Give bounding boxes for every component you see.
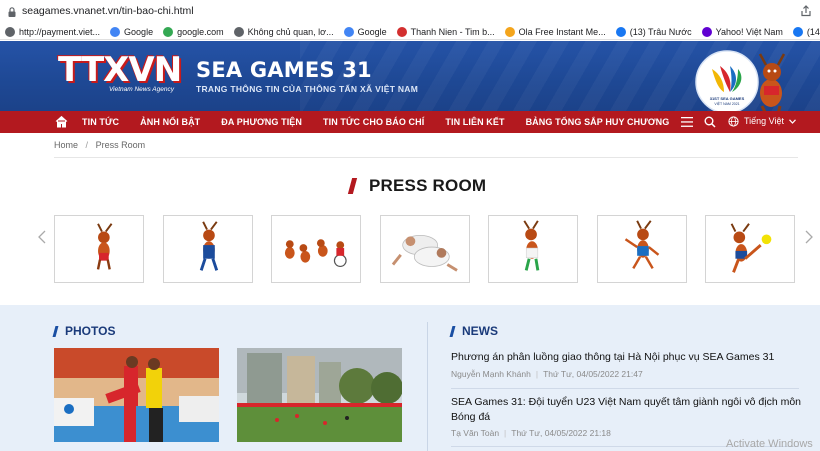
chevron-down-icon[interactable] <box>789 119 796 124</box>
yahoo-icon <box>701 26 712 37</box>
globe-icon <box>5 26 15 37</box>
bookmark-item[interactable]: http://payment.viet... <box>0 26 105 37</box>
search-icon <box>163 26 174 37</box>
svg-text:VIỆT NAM 2021: VIỆT NAM 2021 <box>714 101 739 106</box>
bookmark-label: Yahoo! Việt Nam <box>715 26 783 37</box>
nav-item[interactable]: BẢNG TỔNG SẮP HUY CHƯƠNG <box>526 117 670 127</box>
news-date: Thứ Tư, 04/05/2022 21:18 <box>511 428 611 438</box>
mascot-icon <box>758 53 786 115</box>
breadcrumb-current: Press Room <box>95 140 146 150</box>
google-icon <box>110 26 121 37</box>
bookmark-item[interactable]: Không chủ quan, lơ... <box>229 26 339 37</box>
nav-item[interactable]: TIN TỨC CHO BÁO CHÍ <box>323 117 424 127</box>
press-item-mascot-cycling[interactable] <box>271 215 361 283</box>
facebook-icon <box>615 26 626 37</box>
hamburger-menu-icon[interactable] <box>681 117 693 127</box>
lock-icon <box>8 7 16 17</box>
globe-icon <box>233 26 244 37</box>
activate-windows-watermark: Activate Windows <box>726 438 813 450</box>
ola-icon <box>504 26 515 37</box>
bookmark-label: (14) Phương Anh <box>806 26 820 37</box>
bookmark-label: Google <box>357 26 387 37</box>
news-item-meta: Nguyễn Mạnh Khánh | Thứ Tư, 04/05/2022 21:… <box>451 369 643 379</box>
main-nav: TIN TỨC ẢNH NỔI BẬT ĐA PHƯƠNG TIỆN TIN TỨC … <box>0 111 820 133</box>
column-divider <box>427 322 428 451</box>
news-item-meta: Tạ Văn Toàn | Thứ Tư, 04/05/2022 21:18 <box>451 428 611 438</box>
search-icon[interactable] <box>704 116 716 128</box>
news-date: Thứ Tư, 04/05/2022 21:47 <box>543 369 643 379</box>
press-item-mascot-standing[interactable] <box>54 215 144 283</box>
url-text[interactable]: seagames.vnanet.vn/tin-bao-chi.html <box>22 5 194 17</box>
bookmark-label: Google <box>124 26 154 37</box>
facebook-icon <box>792 26 803 37</box>
svg-text:31ST SEA GAMES: 31ST SEA GAMES <box>710 96 745 101</box>
breadcrumb-home[interactable]: Home <box>54 140 78 150</box>
news-item-title[interactable]: Phương án phân luồng giao thông tại Hà N… <box>451 350 801 365</box>
ttxvn-logo[interactable]: TTXVN Vietnam News Agency <box>58 53 182 97</box>
bookmark-label: http://payment.viet... <box>19 26 101 37</box>
sea-games-emblem: 31ST SEA GAMES VIỆT NAM 2021 <box>695 50 786 115</box>
carousel-next-icon[interactable] <box>805 230 813 244</box>
nav-item[interactable]: TIN LIÊN KẾT <box>445 117 504 127</box>
bookmark-label: Thanh Nien - Tim b... <box>410 26 495 37</box>
home-icon[interactable] <box>55 115 68 128</box>
bookmark-item[interactable]: Ola Free Instant Me... <box>500 26 611 37</box>
site-subtitle: TRANG THÔNG TIN CỦA THÔNG TẤN XÃ VIỆT NA… <box>196 84 419 94</box>
photo-football-field[interactable] <box>237 348 402 442</box>
news-author[interactable]: Nguyễn Mạnh Khánh <box>451 369 531 379</box>
nav-item[interactable]: ẢNH NỔI BẬT <box>140 117 200 127</box>
news-item-title[interactable]: SEA Games 31: Đội tuyển U23 Việt Nam quy… <box>451 395 801 425</box>
bookmark-label: Ola Free Instant Me... <box>518 26 606 37</box>
news-author[interactable]: Tạ Văn Toàn <box>451 428 499 438</box>
nav-item[interactable]: TIN TỨC <box>82 117 119 127</box>
address-bar: seagames.vnanet.vn/tin-bao-chi.html <box>0 0 820 24</box>
thanhnien-icon <box>396 26 407 37</box>
breadcrumb-divider <box>54 157 798 158</box>
heading-accent <box>347 178 358 194</box>
breadcrumb: Home / Press Room <box>54 140 145 150</box>
photos-heading: PHOTOS <box>52 324 115 338</box>
bookmark-item[interactable]: Google <box>105 26 158 37</box>
breadcrumb-separator: / <box>85 140 89 150</box>
bookmarks-bar: http://payment.viet... Google google.com Kh… <box>0 24 820 40</box>
press-room-heading: PRESS ROOM <box>347 176 486 196</box>
press-item-mascot-kicking[interactable] <box>705 215 795 283</box>
press-item-mascot-waving[interactable] <box>488 215 578 283</box>
carousel-prev-icon[interactable] <box>38 230 46 244</box>
bookmark-item[interactable]: google.com <box>158 26 229 37</box>
bookmark-item[interactable]: Thanh Nien - Tim b... <box>392 26 500 37</box>
google-icon <box>343 26 354 37</box>
nav-item[interactable]: ĐA PHƯƠNG TIỆN <box>221 117 302 127</box>
nav-links: TIN TỨC ẢNH NỔI BẬT ĐA PHƯƠNG TIỆN TIN TỨC … <box>82 111 690 133</box>
bookmark-item[interactable]: Yahoo! Việt Nam <box>697 26 788 37</box>
bookmark-item[interactable]: (13) Trâu Nước <box>611 26 697 37</box>
bookmark-item[interactable]: Google <box>339 26 392 37</box>
photo-training[interactable] <box>54 348 219 442</box>
share-icon[interactable] <box>800 5 812 17</box>
site-title: SEA GAMES 31 <box>196 58 372 82</box>
bookmark-label: (13) Trâu Nước <box>629 26 692 37</box>
news-heading: NEWS <box>449 324 498 338</box>
bookmark-label: Không chủ quan, lơ... <box>247 26 334 37</box>
press-item-mascot-taekwondo[interactable] <box>163 215 253 283</box>
bookmark-label: google.com <box>177 26 224 37</box>
news-divider <box>451 388 799 389</box>
globe-icon[interactable] <box>728 116 739 127</box>
press-item-mascot-dancing[interactable] <box>597 215 687 283</box>
bookmark-item[interactable]: (14) Phương Anh <box>788 26 820 37</box>
language-selector[interactable]: Tiếng Việt <box>744 116 784 126</box>
press-item-judo-athletes[interactable] <box>380 215 470 283</box>
